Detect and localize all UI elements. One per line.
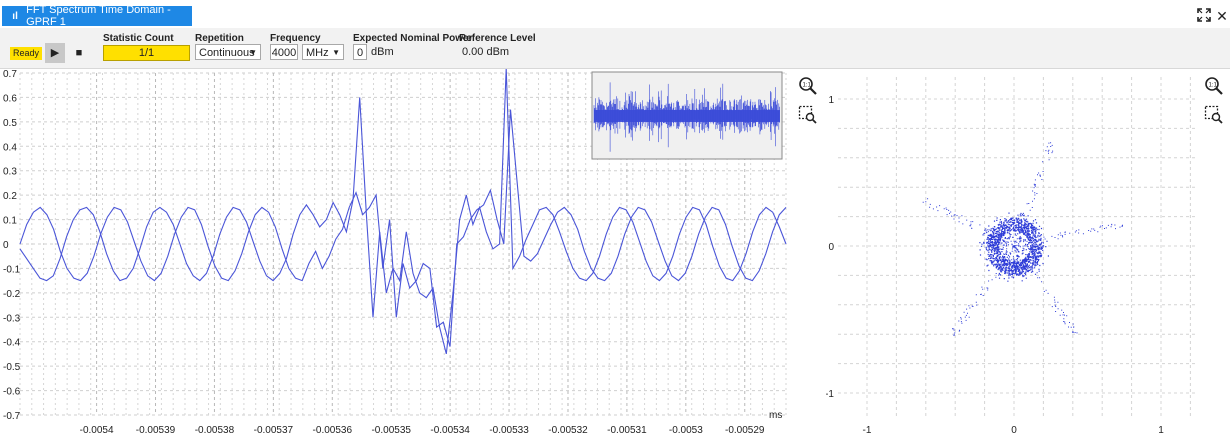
tab-bar: ıl FFT Spectrum Time Domain - GPRF 1 ✕ xyxy=(0,0,1230,29)
y-tick-label: 0.5 xyxy=(3,118,17,129)
bar-chart-icon: ıl xyxy=(12,10,18,22)
x-tick-label: -0.00531 xyxy=(607,425,647,436)
expected-power-input[interactable]: 0 xyxy=(353,44,367,60)
expected-power-unit: dBm xyxy=(371,46,394,58)
y-tick-label: 0.6 xyxy=(3,93,17,104)
y-tick-label: 0.3 xyxy=(3,167,17,178)
stop-button[interactable]: ■ xyxy=(70,43,88,63)
play-button[interactable]: ▶ xyxy=(45,43,65,63)
y-tick-label: 0 xyxy=(828,242,834,253)
x-tick-label: 1 xyxy=(1158,425,1164,436)
x-tick-label: -0.00536 xyxy=(313,425,353,436)
svg-text:1:1: 1:1 xyxy=(803,83,812,89)
y-tick-label: 0.4 xyxy=(3,142,17,153)
x-tick-label: -0.00538 xyxy=(195,425,235,436)
x-tick-label: -1 xyxy=(863,425,872,436)
y-tick-label: -0.5 xyxy=(3,362,21,373)
repetition-value: Continuous xyxy=(199,47,255,59)
y-tick-label: 0.7 xyxy=(3,69,17,80)
toolbar: Ready ▶ ■ Statistic Count 1/1 Repetition… xyxy=(0,28,1230,69)
chevron-down-icon: ▼ xyxy=(249,48,257,57)
repetition-label: Repetition xyxy=(195,33,244,44)
x-tick-label: -0.00533 xyxy=(489,425,529,436)
x-tick-label: -0.00529 xyxy=(725,425,765,436)
tab-fft-spectrum[interactable]: ıl FFT Spectrum Time Domain - GPRF 1 xyxy=(2,4,192,28)
y-tick-label: -0.1 xyxy=(3,264,21,275)
expected-power-label: Expected Nominal Power xyxy=(353,33,473,44)
x-tick-label: -0.0053 xyxy=(669,425,703,436)
zoom-icon[interactable]: 1:1 xyxy=(798,76,818,96)
x-unit-label: ms xyxy=(769,410,782,421)
repetition-select[interactable]: Continuous ▼ xyxy=(195,44,261,60)
zoom-rect-icon[interactable] xyxy=(798,105,818,125)
y-tick-label: 1 xyxy=(828,95,834,106)
frequency-label: Frequency xyxy=(270,33,321,44)
overview-signal-band xyxy=(594,110,780,122)
statistic-count-label: Statistic Count xyxy=(103,33,174,44)
maximize-icon[interactable] xyxy=(1196,8,1212,24)
tab-title: FFT Spectrum Time Domain - GPRF 1 xyxy=(26,4,171,28)
y-tick-label: -0.4 xyxy=(3,338,21,349)
y-tick-label: -0.7 xyxy=(3,411,21,422)
overview-minimap[interactable] xyxy=(591,71,783,160)
y-tick-label: 0 xyxy=(3,240,9,251)
frequency-unit-select[interactable]: MHz ▼ xyxy=(302,44,344,60)
svg-text:1:1: 1:1 xyxy=(1209,83,1218,89)
close-icon[interactable]: ✕ xyxy=(1214,8,1230,24)
constellation-panel: -1 0 1 1 0 -1 1:1 xyxy=(825,69,1230,437)
reference-level-label: Reference Level xyxy=(459,33,536,44)
x-tick-label: -0.0054 xyxy=(80,425,114,436)
time-domain-chart[interactable]: 0.7 0.6 0.5 0.4 0.3 0.2 0.1 0 -0.1 -0.2 -0.3 -0.4 -0… xyxy=(0,68,826,437)
time-domain-panel: 0.7 0.6 0.5 0.4 0.3 0.2 0.1 0 -0.1 -0.2 -0.3 -0.4 -0… xyxy=(0,68,826,437)
x-tick-label: 0 xyxy=(1011,425,1017,436)
x-tick-label: -0.00537 xyxy=(254,425,294,436)
chevron-down-icon: ▼ xyxy=(332,48,340,57)
constellation-chart[interactable]: -1 0 1 1 0 -1 xyxy=(825,69,1230,437)
x-tick-label: -0.00532 xyxy=(548,425,588,436)
zoom-icon[interactable]: 1:1 xyxy=(1204,76,1224,96)
constellation-points xyxy=(922,142,1123,336)
statistic-count-field[interactable]: 1/1 xyxy=(103,45,190,61)
status-badge: Ready xyxy=(10,47,42,60)
y-tick-label: -0.3 xyxy=(3,313,21,324)
y-tick-label: -1 xyxy=(826,389,834,400)
frequency-input[interactable]: 4000 xyxy=(270,44,298,60)
x-tick-label: -0.00539 xyxy=(136,425,176,436)
reference-level-value: 0.00 dBm xyxy=(462,46,510,58)
frequency-unit: MHz xyxy=(306,47,329,59)
x-tick-label: -0.00534 xyxy=(430,425,470,436)
y-tick-label: 0.2 xyxy=(3,191,17,202)
y-tick-label: -0.2 xyxy=(3,289,21,300)
zoom-rect-icon[interactable] xyxy=(1204,105,1224,125)
y-tick-label: -0.6 xyxy=(3,387,21,398)
y-tick-label: 0.1 xyxy=(3,216,17,227)
x-tick-label: -0.00535 xyxy=(371,425,411,436)
